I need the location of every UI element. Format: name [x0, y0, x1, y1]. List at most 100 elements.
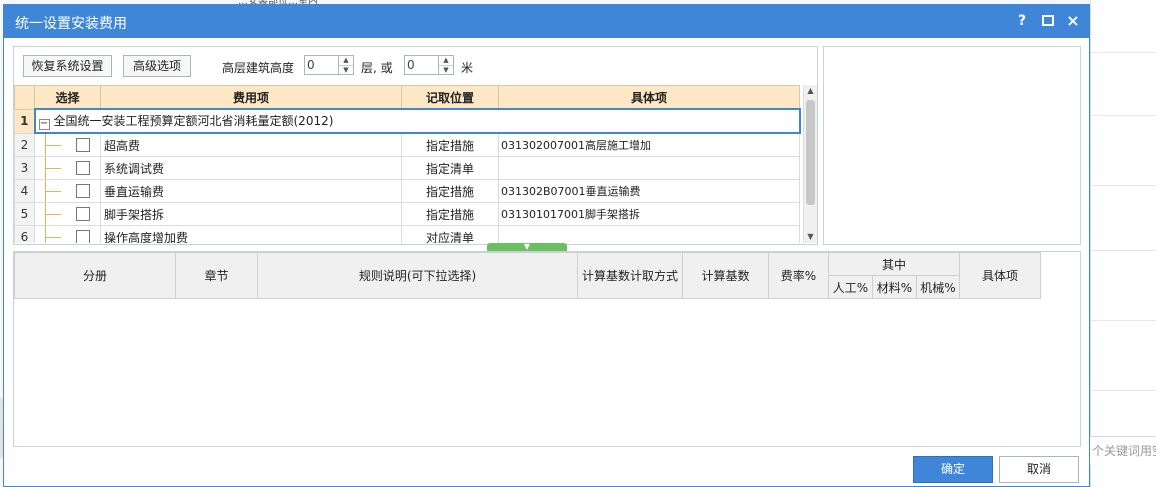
position-cell[interactable]: 对应清单 — [401, 225, 499, 243]
background-gridline — [1090, 320, 1156, 321]
meters-stepper[interactable]: ▲ ▼ — [404, 55, 454, 75]
dialog-title: 统一设置安装费用 — [15, 16, 127, 32]
column-header-of-which: 其中 — [828, 252, 960, 276]
table-row[interactable]: 3 系统调试费 指定清单 — [14, 156, 800, 180]
tree-line — [45, 145, 61, 146]
rule-table: 分册 章节 规则说明(可下拉选择) 计算基数计取方式 计算基数 费率% 其中 具… — [14, 252, 1041, 299]
select-cell[interactable] — [34, 202, 101, 226]
restore-defaults-button[interactable]: 恢复系统设置 — [23, 55, 112, 77]
row-number: 1 — [14, 108, 35, 134]
panel-splitter-handle[interactable]: ▼ — [487, 243, 567, 251]
row-number: 6 — [14, 225, 35, 243]
group-cell[interactable]: − 全国统一安装工程预算定额河北省消耗量定额(2012) — [33, 108, 801, 134]
rule-settings-panel: 分册 章节 规则说明(可下拉选择) 计算基数计取方式 计算基数 费率% 其中 具… — [13, 251, 1081, 447]
column-header-volume[interactable]: 分册 — [14, 252, 176, 299]
select-cell[interactable] — [34, 156, 101, 180]
row-number: 5 — [14, 202, 35, 226]
column-header-specific-item[interactable]: 具体项 — [959, 252, 1041, 299]
meters-input[interactable] — [405, 56, 435, 74]
tree-line — [45, 237, 61, 238]
scroll-thumb[interactable] — [806, 100, 815, 205]
select-cell[interactable] — [34, 225, 101, 243]
fee-items-table: 选择 费用项 记取位置 具体项 1 − 全国统一安装工程预算定额河北省消耗量定额(… — [14, 85, 801, 243]
table-row[interactable]: 5 脚手架搭拆 指定措施 031301017001脚手架搭拆 — [14, 202, 800, 226]
floors-stepper[interactable]: ▲ ▼ — [304, 55, 354, 75]
spin-up-icon[interactable]: ▲ — [339, 56, 353, 65]
tree-line — [45, 191, 61, 192]
position-cell[interactable]: 指定清单 — [401, 156, 499, 180]
vertical-scrollbar[interactable]: ▲ ▼ — [803, 85, 817, 243]
fee-items-table-wrap: 选择 费用项 记取位置 具体项 1 − 全国统一安装工程预算定额河北省消耗量定额(… — [14, 85, 817, 243]
help-icon[interactable]: ? — [1012, 11, 1032, 31]
fee-item-name: 脚手架搭拆 — [100, 202, 402, 226]
position-cell[interactable]: 指定措施 — [401, 179, 499, 203]
tree-line — [45, 214, 61, 215]
install-fee-dialog: 统一设置安装费用 ? × 恢复系统设置 高级选项 高层建筑高度 ▲ ▼ 层, 或… — [3, 4, 1090, 487]
column-header-chapter[interactable]: 章节 — [175, 252, 258, 299]
column-header-fee-item[interactable]: 费用项 — [100, 85, 402, 110]
column-header-position[interactable]: 记取位置 — [401, 85, 499, 110]
column-header-calc-method[interactable]: 计算基数计取方式 — [577, 252, 683, 299]
fee-item-name: 系统调试费 — [100, 156, 402, 180]
close-icon[interactable]: × — [1063, 11, 1083, 31]
column-header-material[interactable]: 材料% — [872, 275, 917, 299]
ok-button[interactable]: 确定 — [913, 456, 993, 483]
floors-unit-label: 层, 或 — [361, 61, 393, 75]
tree-line — [45, 168, 61, 169]
detail-panel — [823, 46, 1081, 245]
select-cell[interactable] — [34, 132, 101, 157]
specific-item-cell[interactable] — [498, 156, 800, 180]
column-header-select[interactable]: 选择 — [34, 85, 101, 110]
floors-input[interactable] — [305, 56, 335, 74]
row-number: 4 — [14, 179, 35, 203]
advanced-options-button[interactable]: 高级选项 — [123, 55, 191, 77]
row-checkbox[interactable] — [76, 230, 90, 243]
column-header-calc-base[interactable]: 计算基数 — [682, 252, 769, 299]
column-header-rate[interactable]: 费率% — [768, 252, 829, 299]
table-group-row[interactable]: 1 − 全国统一安装工程预算定额河北省消耗量定额(2012) — [14, 108, 801, 134]
scroll-up-icon[interactable]: ▲ — [804, 85, 817, 97]
spin-down-icon[interactable]: ▼ — [439, 65, 453, 75]
table-row[interactable]: 6 操作高度增加费 对应清单 — [14, 225, 800, 243]
fee-settings-panel: 恢复系统设置 高级选项 高层建筑高度 ▲ ▼ 层, 或 ▲ ▼ 米 — [13, 46, 818, 245]
select-cell[interactable] — [34, 179, 101, 203]
row-number: 3 — [14, 156, 35, 180]
background-gridline — [1090, 250, 1156, 251]
position-cell[interactable]: 指定措施 — [401, 202, 499, 226]
specific-item-cell[interactable]: 031301017001脚手架搭拆 — [498, 202, 800, 226]
row-checkbox[interactable] — [76, 138, 90, 152]
scroll-down-icon[interactable]: ▼ — [804, 231, 817, 243]
row-number: 2 — [14, 132, 35, 157]
meters-unit-label: 米 — [461, 61, 474, 75]
row-checkbox[interactable] — [76, 184, 90, 198]
spin-up-icon[interactable]: ▲ — [439, 56, 453, 65]
column-header-labor[interactable]: 人工% — [828, 275, 873, 299]
specific-item-cell[interactable] — [498, 225, 800, 243]
position-cell[interactable]: 指定措施 — [401, 132, 499, 157]
table-row[interactable]: 4 垂直运输费 指定措施 031302B07001垂直运输费 — [14, 179, 800, 203]
column-header-specific-item[interactable]: 具体项 — [498, 85, 800, 110]
specific-item-cell[interactable]: 031302B07001垂直运输费 — [498, 179, 800, 203]
row-number-header — [14, 85, 35, 110]
spin-down-icon[interactable]: ▼ — [339, 65, 353, 75]
maximize-icon[interactable] — [1038, 11, 1058, 31]
row-checkbox[interactable] — [76, 207, 90, 221]
column-header-rule[interactable]: 规则说明(可下拉选择) — [257, 252, 578, 299]
fee-item-name: 垂直运输费 — [100, 179, 402, 203]
background-search-input[interactable]: 个关键词用空 — [1090, 436, 1156, 465]
specific-item-cell[interactable]: 031302007001高层施工增加 — [498, 132, 800, 157]
cancel-button[interactable]: 取消 — [999, 456, 1079, 483]
table-row[interactable]: 2 超高费 指定措施 031302007001高层施工增加 — [14, 132, 800, 157]
fee-item-name: 超高费 — [100, 132, 402, 157]
column-header-machine[interactable]: 机械% — [916, 275, 960, 299]
building-height-label: 高层建筑高度 — [222, 61, 295, 75]
dialog-titlebar[interactable]: 统一设置安装费用 ? × — [4, 5, 1089, 38]
background-gridline — [1090, 52, 1156, 53]
background-gridline — [1090, 185, 1156, 186]
collapse-icon[interactable]: − — [38, 119, 50, 130]
tree-line — [45, 226, 46, 243]
group-name: 全国统一安装工程预算定额河北省消耗量定额(2012) — [53, 114, 334, 128]
fee-item-name: 操作高度增加费 — [100, 225, 402, 243]
background-grid — [1090, 0, 1156, 487]
row-checkbox[interactable] — [76, 161, 90, 175]
